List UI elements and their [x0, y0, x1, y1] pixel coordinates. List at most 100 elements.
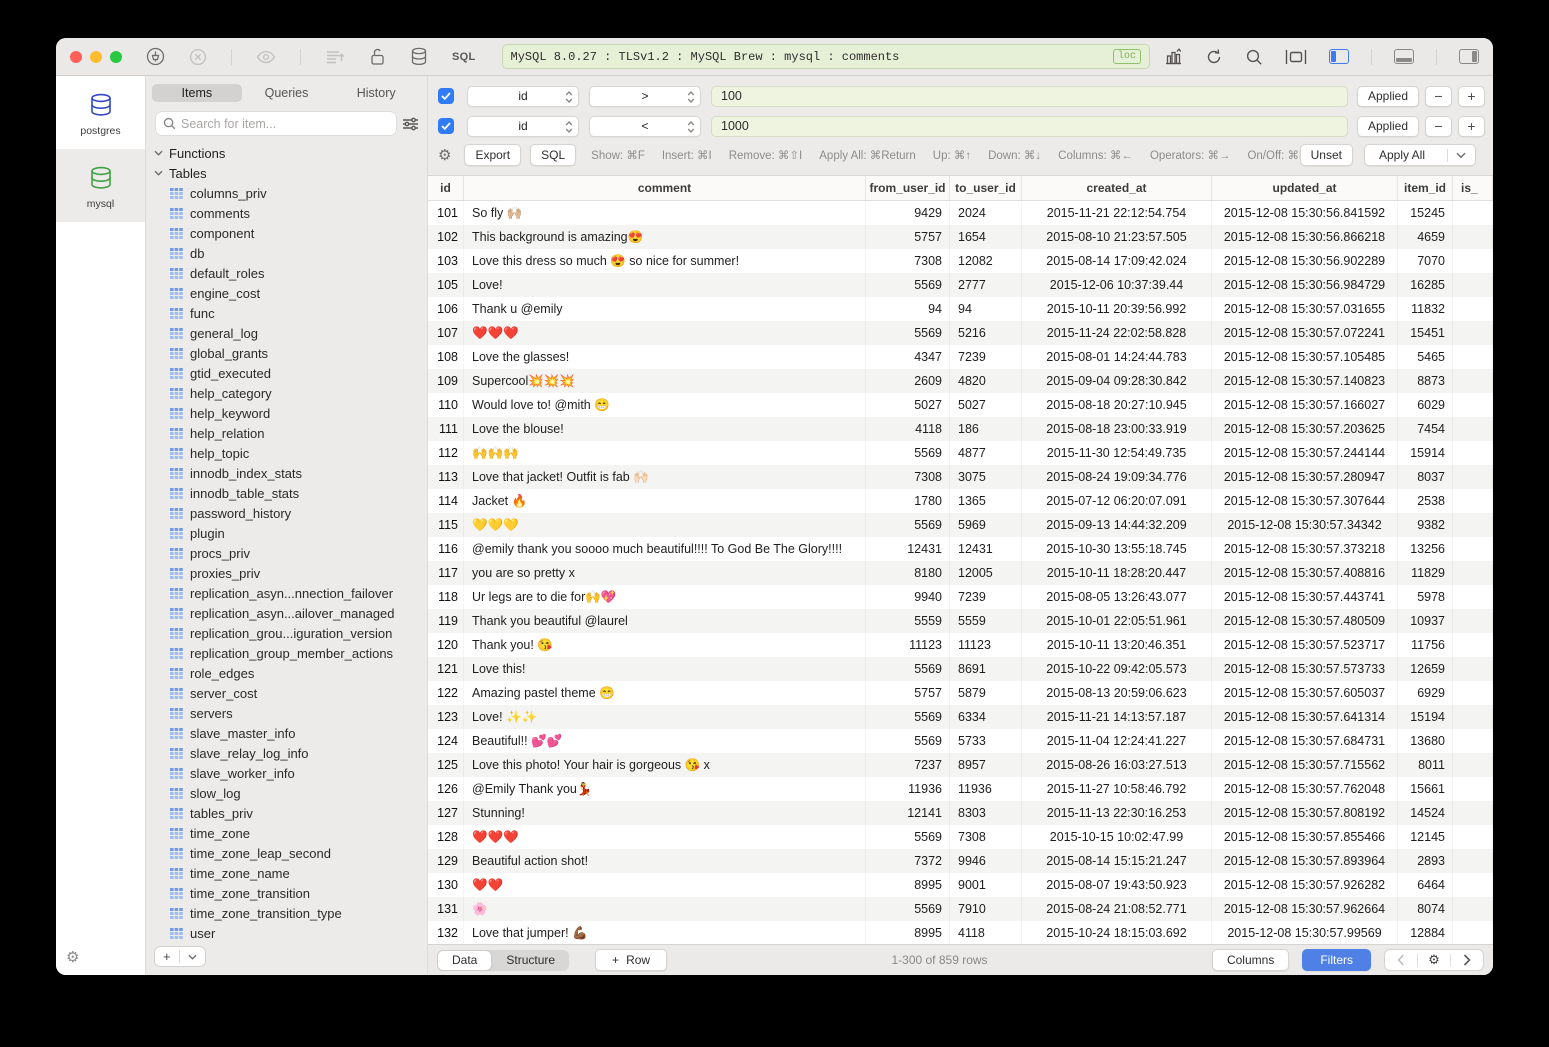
cell-created_at[interactable]: 2015-10-11 13:20:46.351: [1022, 633, 1212, 657]
cell-id[interactable]: 109: [428, 369, 464, 393]
cell-from_user_id[interactable]: 5559: [866, 609, 950, 633]
cell-to_user_id[interactable]: 5969: [950, 513, 1022, 537]
sidebar-table-item[interactable]: plugin: [146, 523, 427, 543]
cell-updated_at[interactable]: 2015-12-08 15:30:56.984729: [1212, 273, 1398, 297]
preview-eye-icon[interactable]: [256, 50, 276, 64]
grid-settings-gear-icon[interactable]: ⚙: [1418, 950, 1450, 970]
cell-to_user_id[interactable]: 5559: [950, 609, 1022, 633]
lock-open-icon[interactable]: [369, 47, 386, 66]
filter-column-select[interactable]: id: [467, 86, 579, 107]
filter-enabled-checkbox[interactable]: [438, 118, 454, 134]
cell-updated_at[interactable]: 2015-12-08 15:30:57.684731: [1212, 729, 1398, 753]
cell-created_at[interactable]: 2015-08-14 17:09:42.024: [1022, 249, 1212, 273]
tree-section-tables[interactable]: Tables: [146, 163, 427, 183]
cell-from_user_id[interactable]: 8180: [866, 561, 950, 585]
cell-from_user_id[interactable]: 5569: [866, 273, 950, 297]
cell-to_user_id[interactable]: 5879: [950, 681, 1022, 705]
cell-created_at[interactable]: 2015-08-24 21:08:52.771: [1022, 897, 1212, 921]
tab-items[interactable]: Items: [152, 84, 242, 102]
cell-from_user_id[interactable]: 7372: [866, 849, 950, 873]
cell-to_user_id[interactable]: 186: [950, 417, 1022, 441]
cell-to_user_id[interactable]: 7308: [950, 825, 1022, 849]
cell-item_id[interactable]: 6464: [1398, 873, 1453, 897]
cell-item_id[interactable]: 16285: [1398, 273, 1453, 297]
sidebar-table-item[interactable]: slave_worker_info: [146, 763, 427, 783]
cell-updated_at[interactable]: 2015-12-08 15:30:57.373218: [1212, 537, 1398, 561]
cell-updated_at[interactable]: 2015-12-08 15:30:57.280947: [1212, 465, 1398, 489]
cell-updated_at[interactable]: 2015-12-08 15:30:57.34342: [1212, 513, 1398, 537]
cell-to_user_id[interactable]: 4118: [950, 921, 1022, 944]
filter-column-select[interactable]: id: [467, 116, 579, 137]
table-row[interactable]: 108Love the glasses!434772392015-08-01 1…: [428, 345, 1493, 369]
cell-is_[interactable]: [1453, 537, 1493, 561]
column-header-item-id[interactable]: item_id: [1398, 176, 1453, 200]
cell-is_[interactable]: [1453, 561, 1493, 585]
cell-updated_at[interactable]: 2015-12-08 15:30:56.902289: [1212, 249, 1398, 273]
cell-is_[interactable]: [1453, 609, 1493, 633]
cell-item_id[interactable]: 15451: [1398, 321, 1453, 345]
close-window-button[interactable]: [70, 51, 82, 63]
cell-id[interactable]: 131: [428, 897, 464, 921]
sidebar-table-item[interactable]: slave_master_info: [146, 723, 427, 743]
cell-updated_at[interactable]: 2015-12-08 15:30:57.962664: [1212, 897, 1398, 921]
table-row[interactable]: 105Love!556927772015-12-06 10:37:39.4420…: [428, 273, 1493, 297]
disconnect-icon[interactable]: [189, 48, 207, 66]
cell-comment[interactable]: Thank u @emily: [464, 297, 866, 321]
cell-created_at[interactable]: 2015-07-12 06:20:07.091: [1022, 489, 1212, 513]
previous-page-button[interactable]: [1385, 950, 1417, 970]
filter-applied-button[interactable]: Applied: [1357, 116, 1419, 137]
table-row[interactable]: 113Love that jacket! Outfit is fab 🙌🏻730…: [428, 465, 1493, 489]
cell-id[interactable]: 106: [428, 297, 464, 321]
connection-mysql[interactable]: mysql: [56, 149, 145, 222]
table-row[interactable]: 101So fly 🙌🏼942920242015-11-21 22:12:54.…: [428, 201, 1493, 225]
cell-updated_at[interactable]: 2015-12-08 15:30:57.203625: [1212, 417, 1398, 441]
cell-item_id[interactable]: 5465: [1398, 345, 1453, 369]
sidebar-table-item[interactable]: innodb_table_stats: [146, 483, 427, 503]
cell-item_id[interactable]: 6029: [1398, 393, 1453, 417]
sql-preview-button[interactable]: SQL: [530, 144, 576, 166]
sidebar-table-item[interactable]: time_zone_name: [146, 863, 427, 883]
table-row[interactable]: 124Beautiful!! 💕💕556957332015-11-04 12:2…: [428, 729, 1493, 753]
table-row[interactable]: 116@emily thank you soooo much beautiful…: [428, 537, 1493, 561]
cell-is_[interactable]: [1453, 753, 1493, 777]
cell-is_[interactable]: [1453, 849, 1493, 873]
cell-to_user_id[interactable]: 9946: [950, 849, 1022, 873]
cell-created_at[interactable]: 2015-10-11 20:39:56.992: [1022, 297, 1212, 321]
cell-from_user_id[interactable]: 7308: [866, 465, 950, 489]
filters-button[interactable]: Filters: [1302, 949, 1371, 971]
cell-is_[interactable]: [1453, 321, 1493, 345]
apply-all-button[interactable]: Apply All: [1364, 144, 1476, 166]
cell-to_user_id[interactable]: 8303: [950, 801, 1022, 825]
cell-item_id[interactable]: 13680: [1398, 729, 1453, 753]
cell-created_at[interactable]: 2015-10-24 18:15:03.692: [1022, 921, 1212, 944]
cell-id[interactable]: 120: [428, 633, 464, 657]
focus-frame-icon[interactable]: [1285, 49, 1307, 65]
cell-comment[interactable]: @emily thank you soooo much beautiful!!!…: [464, 537, 866, 561]
sidebar-table-item[interactable]: role_edges: [146, 663, 427, 683]
cell-item_id[interactable]: 15194: [1398, 705, 1453, 729]
cell-to_user_id[interactable]: 5733: [950, 729, 1022, 753]
cell-created_at[interactable]: 2015-09-13 14:44:32.209: [1022, 513, 1212, 537]
cell-created_at[interactable]: 2015-08-24 19:09:34.776: [1022, 465, 1212, 489]
cell-created_at[interactable]: 2015-11-21 22:12:54.754: [1022, 201, 1212, 225]
cell-created_at[interactable]: 2015-10-30 13:55:18.745: [1022, 537, 1212, 561]
cell-from_user_id[interactable]: 5569: [866, 321, 950, 345]
cell-comment[interactable]: Love that jacket! Outfit is fab 🙌🏻: [464, 465, 866, 489]
cell-item_id[interactable]: 12884: [1398, 921, 1453, 944]
cell-created_at[interactable]: 2015-08-13 20:59:06.623: [1022, 681, 1212, 705]
cell-comment[interactable]: Love! ✨✨: [464, 705, 866, 729]
table-row[interactable]: 125Love this photo! Your hair is gorgeou…: [428, 753, 1493, 777]
cell-from_user_id[interactable]: 8995: [866, 921, 950, 944]
sidebar-table-item[interactable]: tables_priv: [146, 803, 427, 823]
cell-created_at[interactable]: 2015-08-18 23:00:33.919: [1022, 417, 1212, 441]
add-filter-button[interactable]: +: [1458, 116, 1485, 137]
cell-to_user_id[interactable]: 11123: [950, 633, 1022, 657]
table-row[interactable]: 120Thank you! 😘11123111232015-10-11 13:2…: [428, 633, 1493, 657]
column-header-created-at[interactable]: created_at: [1022, 176, 1212, 200]
cell-updated_at[interactable]: 2015-12-08 15:30:57.762048: [1212, 777, 1398, 801]
cell-is_[interactable]: [1453, 681, 1493, 705]
cell-comment[interactable]: Supercool💥💥💥: [464, 369, 866, 393]
cell-id[interactable]: 132: [428, 921, 464, 944]
cell-item_id[interactable]: 11832: [1398, 297, 1453, 321]
sidebar-table-item[interactable]: global_grants: [146, 343, 427, 363]
